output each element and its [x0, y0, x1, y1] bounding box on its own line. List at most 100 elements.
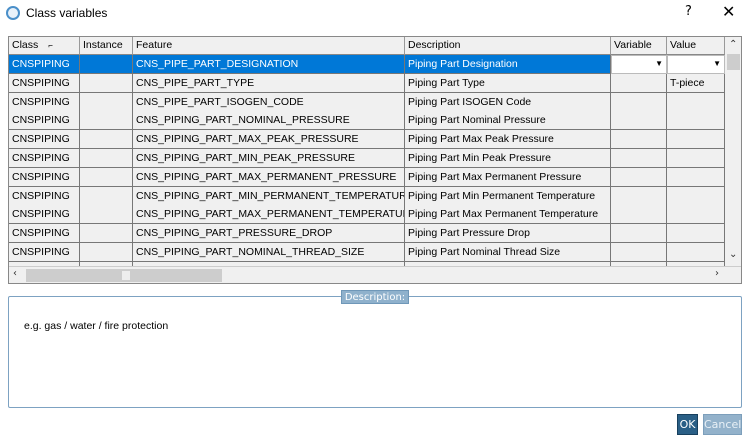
horizontal-scrollbar[interactable]: ‹ › — [9, 266, 741, 283]
table-row[interactable]: CNSPIPING CNS_PIPING_PART_MIN_PEAK_PRESSU… — [9, 149, 725, 168]
cell-feature: CNS_PIPING_PART_NOMINAL_THREAD_SIZE — [133, 243, 405, 262]
table-row[interactable]: CNSPIPING CNS_PIPING_PART_MAX_PERMANENT_P… — [9, 167, 725, 187]
cell-value[interactable] — [667, 92, 725, 112]
column-header-description[interactable]: Description — [405, 37, 611, 55]
table-row[interactable]: CNSPIPING CNS_PIPING_PART_PRESSURE_DROP Pi… — [9, 224, 725, 244]
cell-text: CNS_PIPING_PART_MAX_PERMANENT_TEMPERATUR… — [136, 208, 405, 221]
cancel-button[interactable]: Cancel — [703, 414, 742, 435]
vertical-scroll-thumb[interactable] — [727, 54, 740, 70]
cell-value[interactable]: T-piece — [667, 73, 725, 93]
description-group — [8, 296, 742, 408]
help-button[interactable]: ? — [685, 4, 692, 19]
cell-value[interactable] — [667, 130, 725, 150]
column-header-label: Instance — [83, 39, 123, 51]
cell-variable[interactable] — [611, 167, 667, 187]
class-variables-table: CNSPIPING CNS_PIPE_PART_DESIGNATION Piping… — [8, 36, 742, 284]
table-row[interactable]: CNSPIPING CNS_PIPE_PART_ISOGEN_CODE Piping… — [9, 92, 725, 112]
cell-variable-dropdown[interactable]: ▼ — [611, 55, 667, 74]
cell-instance — [80, 73, 133, 93]
table-row[interactable]: CNSPIPING CNS_PIPING_PART_NOMINAL_PRESSUR… — [9, 111, 725, 131]
cell-text: CNS_PIPING_PART_MIN_PERMANENT_TEMPERATUR… — [136, 189, 405, 202]
column-header-instance[interactable]: Instance — [80, 37, 133, 55]
cell-description: Piping Part Nominal Pressure — [405, 111, 611, 131]
vertical-scrollbar[interactable]: ⌃ ⌄ — [725, 37, 741, 266]
column-header-label: Variable — [614, 39, 652, 51]
scroll-right-icon[interactable]: › — [715, 268, 719, 279]
scroll-down-icon[interactable]: ⌄ — [729, 249, 737, 260]
table-row[interactable]: CNSPIPING CNS_PIPING_PART_MAX_PEAK_PRESSU… — [9, 130, 725, 150]
cell-class: CNSPIPING — [9, 205, 80, 225]
cell-value[interactable] — [667, 186, 725, 206]
column-header-feature[interactable]: Feature — [133, 37, 405, 55]
cell-text: CNS_PIPE_PART_TYPE — [136, 76, 255, 89]
cell-variable[interactable] — [611, 92, 667, 112]
cell-text: CNSPIPING — [12, 152, 70, 164]
cell-text: CNSPIPING — [12, 133, 70, 146]
cell-text: CNS_PIPING_PART_NOMINAL_THREAD_SIZE — [136, 246, 365, 258]
cell-text: CNS_PIPING_PART_MIN_PEAK_PRESSURE — [136, 152, 356, 164]
cell-text: CNSPIPING — [12, 76, 70, 89]
column-header-label: Feature — [136, 39, 173, 51]
title-bar: Class variables ? ✕ — [0, 0, 750, 28]
scroll-left-icon[interactable]: ‹ — [13, 268, 17, 279]
close-button[interactable]: ✕ — [722, 2, 735, 21]
table-row[interactable]: CNSPIPING CNS_PIPING_PART_NOMINAL_THREAD_… — [9, 243, 725, 262]
cell-variable[interactable] — [611, 130, 667, 150]
cell-feature: CNS_PIPING_PART_MIN_PERMANENT_TEMPERATUR… — [133, 186, 405, 206]
app-icon — [6, 6, 20, 20]
cell-description: Piping Part Designation — [405, 55, 611, 74]
cell-text: Piping Part Max Permanent Pressure — [408, 170, 582, 183]
cell-value[interactable] — [667, 167, 725, 187]
cell-value[interactable] — [667, 224, 725, 244]
cell-value[interactable] — [667, 205, 725, 225]
column-header-class[interactable]: Class ⌐ — [9, 37, 80, 55]
cell-variable[interactable] — [611, 186, 667, 206]
cell-feature: CNS_PIPE_PART_ISOGEN_CODE — [133, 92, 405, 112]
cell-feature: CNS_PIPE_PART_TYPE — [133, 73, 405, 93]
cell-instance — [80, 186, 133, 206]
cell-text: CNSPIPING — [12, 189, 70, 202]
cell-instance — [80, 111, 133, 131]
table-row[interactable]: CNSPIPING CNS_PIPE_PART_TYPE Piping Part T… — [9, 73, 725, 93]
cell-class: CNSPIPING — [9, 224, 80, 244]
cell-instance — [80, 224, 133, 244]
cell-text: Piping Part Max Permanent Temperature — [408, 208, 599, 221]
scroll-up-icon[interactable]: ⌃ — [729, 39, 737, 50]
table-row[interactable]: CNSPIPING CNS_PIPING_PART_MIN_PERMANENT_T… — [9, 186, 725, 206]
column-header-variable[interactable]: Variable — [611, 37, 667, 55]
table-row[interactable]: CNSPIPING CNS_PIPING_PART_MAX_PERMANENT_T… — [9, 205, 725, 225]
cell-text: CNS_PIPING_PART_MAX_PEAK_PRESSURE — [136, 133, 359, 146]
cell-class: CNSPIPING — [9, 167, 80, 187]
cell-variable[interactable] — [611, 205, 667, 225]
horizontal-scroll-thumb[interactable] — [26, 269, 222, 282]
cell-variable[interactable] — [611, 111, 667, 131]
description-text: e.g. gas / water / fire protection — [24, 320, 169, 332]
cell-value[interactable] — [667, 149, 725, 168]
column-header-value[interactable]: Value — [667, 37, 725, 55]
cell-text: CNS_PIPING_PART_PRESSURE_DROP — [136, 227, 333, 240]
cell-feature: CNS_PIPING_PART_MIN_PEAK_PRESSURE — [133, 149, 405, 168]
column-header-label: Class — [12, 39, 39, 51]
cell-variable[interactable] — [611, 224, 667, 244]
table-row[interactable]: CNSPIPING CNS_PIPE_PART_DESIGNATION Piping… — [9, 55, 725, 74]
cell-value[interactable] — [667, 243, 725, 262]
cell-class: CNSPIPING — [9, 243, 80, 262]
window-title: Class variables — [26, 6, 108, 20]
cell-description: Piping Part Type — [405, 73, 611, 93]
dropdown-arrow-icon[interactable]: ▼ — [655, 59, 663, 68]
cell-variable[interactable] — [611, 149, 667, 168]
cell-class: CNSPIPING — [9, 73, 80, 93]
cell-value[interactable] — [667, 111, 725, 131]
cell-variable[interactable] — [611, 73, 667, 93]
cell-text: Piping Part Pressure Drop — [408, 227, 530, 240]
cell-text: CNS_PIPING_PART_NOMINAL_PRESSURE — [136, 114, 350, 127]
cell-description: Piping Part Nominal Thread Size — [405, 243, 611, 262]
cell-text: CNSPIPING — [12, 227, 70, 240]
cell-variable[interactable] — [611, 243, 667, 262]
cell-class: CNSPIPING — [9, 130, 80, 150]
dropdown-arrow-icon[interactable]: ▼ — [713, 59, 721, 68]
cell-value-dropdown[interactable]: ▼ — [667, 55, 725, 74]
cell-description: Piping Part Min Peak Pressure — [405, 149, 611, 168]
ok-button[interactable]: OK — [677, 414, 698, 435]
cell-description: Piping Part Min Permanent Temperature — [405, 186, 611, 206]
